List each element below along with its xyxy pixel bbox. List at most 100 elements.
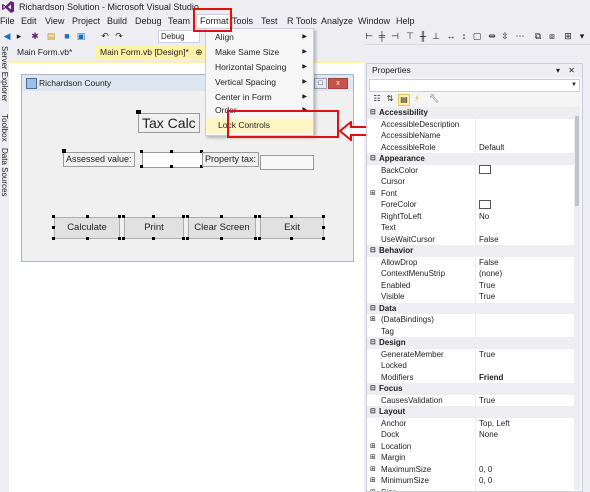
horizontal-spacing-icon[interactable]: ⇹ — [487, 31, 497, 41]
clear-screen-button[interactable]: Clear Screen — [188, 217, 256, 239]
data-sources-tab[interactable]: Data Sources — [0, 148, 9, 196]
property-value[interactable]: True — [475, 291, 495, 303]
send-to-back-icon[interactable]: ⧈ — [547, 31, 557, 41]
property-row[interactable]: ContextMenuStrip (none) — [367, 268, 580, 280]
center-horizontally-icon[interactable]: ⋯ — [515, 31, 525, 41]
collapse-icon[interactable]: ⊟ — [370, 245, 376, 257]
tab-order-icon[interactable]: ⊞ — [563, 31, 573, 41]
exit-button[interactable]: Exit — [260, 217, 324, 239]
align-centers-icon[interactable]: ╪ — [377, 31, 387, 41]
menu-item-vertical-spacing[interactable]: Vertical Spacing ▶ — [206, 75, 313, 90]
menu-r-tools[interactable]: R Tools — [287, 16, 317, 26]
new-project-icon[interactable]: ✱ — [30, 31, 40, 41]
property-value[interactable] — [475, 164, 491, 176]
expand-icon[interactable]: ⊞ — [370, 487, 376, 492]
menu-analyze[interactable]: Analyze — [321, 16, 353, 26]
align-bottoms-icon[interactable]: ⊥ — [431, 31, 441, 41]
properties-window-controls[interactable]: ▾ ✕ — [556, 64, 578, 77]
property-category[interactable]: ⊟ Layout — [367, 406, 580, 418]
property-row[interactable]: ⊞ (DataBindings) — [367, 314, 580, 326]
property-row[interactable]: AccessibleName — [367, 130, 580, 142]
property-value[interactable]: Default — [475, 141, 504, 153]
undo-icon[interactable]: ↶ — [100, 31, 110, 41]
property-value[interactable] — [475, 130, 479, 142]
property-row[interactable]: GenerateMember True — [367, 348, 580, 360]
expand-icon[interactable]: ⊞ — [370, 452, 376, 464]
property-row[interactable]: Anchor Top, Left — [367, 417, 580, 429]
property-value[interactable] — [475, 187, 479, 199]
property-value[interactable]: True — [475, 348, 495, 360]
property-row[interactable]: Locked — [367, 360, 580, 372]
property-value[interactable]: Friend — [475, 371, 503, 383]
property-value[interactable]: False — [475, 233, 499, 245]
pin-icon[interactable]: ⊕ — [195, 47, 202, 57]
property-value[interactable]: True — [475, 394, 495, 406]
menu-test[interactable]: Test — [261, 16, 278, 26]
property-value[interactable] — [475, 176, 479, 188]
categorized-icon[interactable]: ☷ — [372, 94, 382, 104]
make-same-height-icon[interactable]: ↕ — [459, 31, 469, 41]
property-row[interactable]: Text — [367, 222, 580, 234]
property-value[interactable] — [475, 325, 479, 337]
property-value[interactable] — [475, 199, 491, 211]
align-middles-icon[interactable]: ╫ — [418, 31, 428, 41]
property-row[interactable]: RightToLeft No — [367, 210, 580, 222]
property-row[interactable]: ⊞ MinimumSize 0, 0 — [367, 475, 580, 487]
menu-team[interactable]: Team — [168, 16, 190, 26]
property-row[interactable]: UseWaitCursor False — [367, 233, 580, 245]
property-value[interactable]: No — [475, 210, 489, 222]
property-value[interactable] — [475, 486, 479, 491]
tab-main-form-code[interactable]: Main Form.vb* — [13, 46, 76, 59]
server-explorer-tab[interactable]: Server Explorer — [0, 46, 9, 102]
property-row[interactable]: AccessibleDescription — [367, 118, 580, 130]
menu-project[interactable]: Project — [72, 16, 100, 26]
forward-icon[interactable]: ▸ — [14, 31, 24, 41]
save-all-icon[interactable]: ▣ — [76, 31, 86, 41]
property-row[interactable]: ⊞ Font — [367, 187, 580, 200]
property-value[interactable]: 0, 0 — [475, 475, 492, 487]
open-file-icon[interactable]: ▤ — [46, 31, 56, 41]
property-value[interactable] — [475, 314, 479, 326]
property-row[interactable]: AccessibleRole Default — [367, 141, 580, 153]
property-row[interactable]: ForeColor — [367, 199, 580, 211]
property-row[interactable]: Visible True — [367, 291, 580, 303]
expand-icon[interactable]: ⊞ — [370, 314, 376, 326]
menu-item-horizontal-spacing[interactable]: Horizontal Spacing ▶ — [206, 60, 313, 75]
scrollbar-thumb[interactable] — [575, 116, 579, 206]
events-icon[interactable]: ⚡ — [412, 94, 422, 104]
tab-main-form-design[interactable]: Main Form.vb [Design]* ⊕ ✕ — [96, 46, 219, 59]
expand-icon[interactable]: ⊞ — [370, 188, 376, 200]
property-row[interactable]: Cursor — [367, 176, 580, 188]
property-row[interactable]: ⊞ MaximumSize 0, 0 — [367, 463, 580, 476]
vertical-spacing-icon[interactable]: ⇳ — [500, 31, 510, 41]
properties-view-icon[interactable]: ▤ — [398, 94, 410, 106]
property-category[interactable]: ⊟ Appearance — [367, 153, 580, 165]
object-selector-dropdown[interactable]: ▼ — [369, 79, 580, 92]
expand-icon[interactable]: ⊞ — [370, 475, 376, 487]
property-tax-label[interactable]: Property tax: — [202, 152, 260, 167]
menu-help[interactable]: Help — [396, 16, 415, 26]
property-value[interactable]: (none) — [475, 268, 502, 280]
align-rights-icon[interactable]: ⊣ — [390, 31, 400, 41]
back-icon[interactable]: ◀ — [2, 31, 12, 41]
property-row[interactable]: Tag — [367, 325, 580, 337]
property-row[interactable]: Dock None — [367, 429, 580, 441]
property-row[interactable]: AllowDrop False — [367, 256, 580, 268]
toolbox-tab[interactable]: Toolbox — [0, 114, 9, 142]
collapse-icon[interactable]: ⊟ — [370, 107, 376, 119]
property-row[interactable]: BackColor — [367, 164, 580, 176]
collapse-icon[interactable]: ⊟ — [370, 337, 376, 349]
property-value[interactable] — [475, 360, 479, 372]
menu-file[interactable]: File — [0, 16, 15, 26]
bring-to-front-icon[interactable]: ⧉ — [533, 31, 543, 41]
make-same-size-icon[interactable]: ▢ — [472, 31, 482, 41]
alphabetical-icon[interactable]: ⇅ — [385, 94, 395, 104]
align-lefts-icon[interactable]: ⊢ — [364, 31, 374, 41]
calculate-button[interactable]: Calculate — [54, 217, 120, 239]
property-category[interactable]: ⊟ Data — [367, 302, 580, 314]
toolbar-overflow-icon[interactable]: ▾ — [577, 31, 587, 41]
menu-debug[interactable]: Debug — [135, 16, 162, 26]
property-row[interactable]: Modifiers Friend — [367, 371, 580, 383]
expand-icon[interactable]: ⊞ — [370, 464, 376, 476]
print-button[interactable]: Print — [124, 217, 184, 239]
